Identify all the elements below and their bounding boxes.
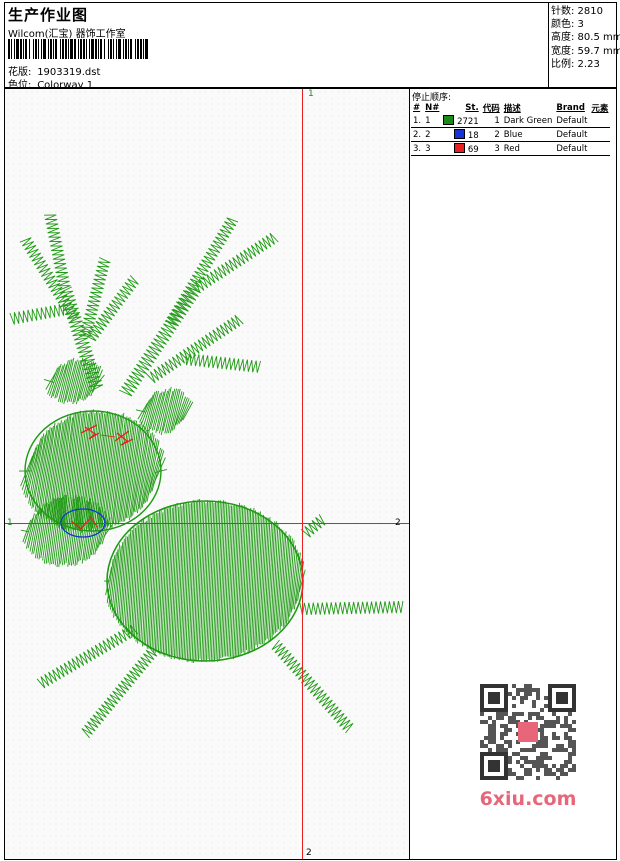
row-code: 1 — [494, 115, 500, 126]
table-row[interactable]: 1. 1 2721 1 Dark Green Default — [411, 114, 611, 128]
table-header-row: # N# St. 代码 描述 Brand 元素 — [411, 102, 610, 114]
color-swatch — [454, 128, 466, 139]
watermark-text: 6xiu.com — [479, 788, 577, 810]
col-brand: Brand — [556, 103, 585, 113]
row-index: 1. — [413, 115, 422, 126]
row-needle: 3 — [425, 143, 431, 154]
header-panel: 生产作业图 Wilcom(汇宝) 器饰工作室 花版: 1903319.dst 色… — [4, 2, 620, 91]
page-title: 生产作业图 — [8, 6, 89, 24]
axis-label-right: 2 — [395, 518, 401, 528]
design-width: 宽度: 59.7 mm — [551, 45, 620, 57]
row-description: Blue — [503, 129, 523, 140]
row-brand: Default — [556, 143, 588, 154]
table-row[interactable]: 2. 2 18 2 Blue Default — [411, 128, 611, 142]
color-swatch — [443, 114, 455, 125]
row-brand: Default — [556, 115, 588, 126]
col-index: # — [413, 103, 421, 113]
vertical-axis-line — [302, 89, 303, 859]
row-stitches: 2721 — [441, 114, 480, 128]
col-code: 代码 — [482, 104, 500, 114]
stats-block: 针数: 2810 颜色: 3 高度: 80.5 mm 宽度: 59.7 mm 比… — [551, 5, 620, 71]
row-description: Red — [503, 143, 520, 154]
design-height: 高度: 80.5 mm — [551, 32, 620, 44]
header-divider — [548, 3, 549, 89]
row-needle: 2 — [425, 129, 431, 140]
stitch-count: 针数: 2810 — [551, 6, 603, 17]
row-brand: Default — [556, 129, 588, 140]
table-row[interactable]: 3. 3 69 3 Red Default — [411, 142, 611, 156]
stop-sequence-table: # N# St. 代码 描述 Brand 元素 1. 1 2721 1 Dark… — [411, 102, 611, 156]
row-index: 2. — [413, 129, 422, 140]
color-swatch — [454, 142, 466, 153]
reindeer-embroidery — [9, 214, 404, 739]
row-needle: 1 — [425, 115, 431, 126]
row-code: 2 — [494, 129, 500, 140]
row-stitches: 18 — [441, 128, 480, 142]
axis-label-bottom: 2 — [306, 848, 312, 858]
col-element: 元素 — [591, 104, 609, 114]
col-description: 描述 — [503, 104, 521, 114]
row-index: 3. — [413, 143, 422, 154]
scale-ratio: 比例: 2.23 — [551, 58, 600, 70]
axis-label-left: 1 — [7, 518, 13, 528]
barcode-image — [8, 39, 148, 59]
design-canvas[interactable]: 1 1 2 2 — [4, 88, 410, 860]
qr-code-image — [480, 684, 576, 780]
row-stitches: 69 — [441, 142, 480, 156]
row-element — [589, 114, 610, 128]
axis-label-top: 1 — [308, 89, 314, 99]
col-needle: N# — [425, 103, 440, 113]
row-element — [589, 142, 610, 156]
watermark: 6xiu.com — [470, 680, 586, 820]
horizontal-axis-line — [5, 523, 409, 524]
row-description: Dark Green — [503, 115, 553, 126]
col-stitches: St. — [465, 103, 479, 113]
company-name: Wilcom(汇宝) 器饰工作室 — [8, 29, 126, 40]
row-element — [589, 128, 610, 142]
row-code: 3 — [494, 143, 500, 154]
color-count: 颜色: 3 — [551, 19, 584, 31]
